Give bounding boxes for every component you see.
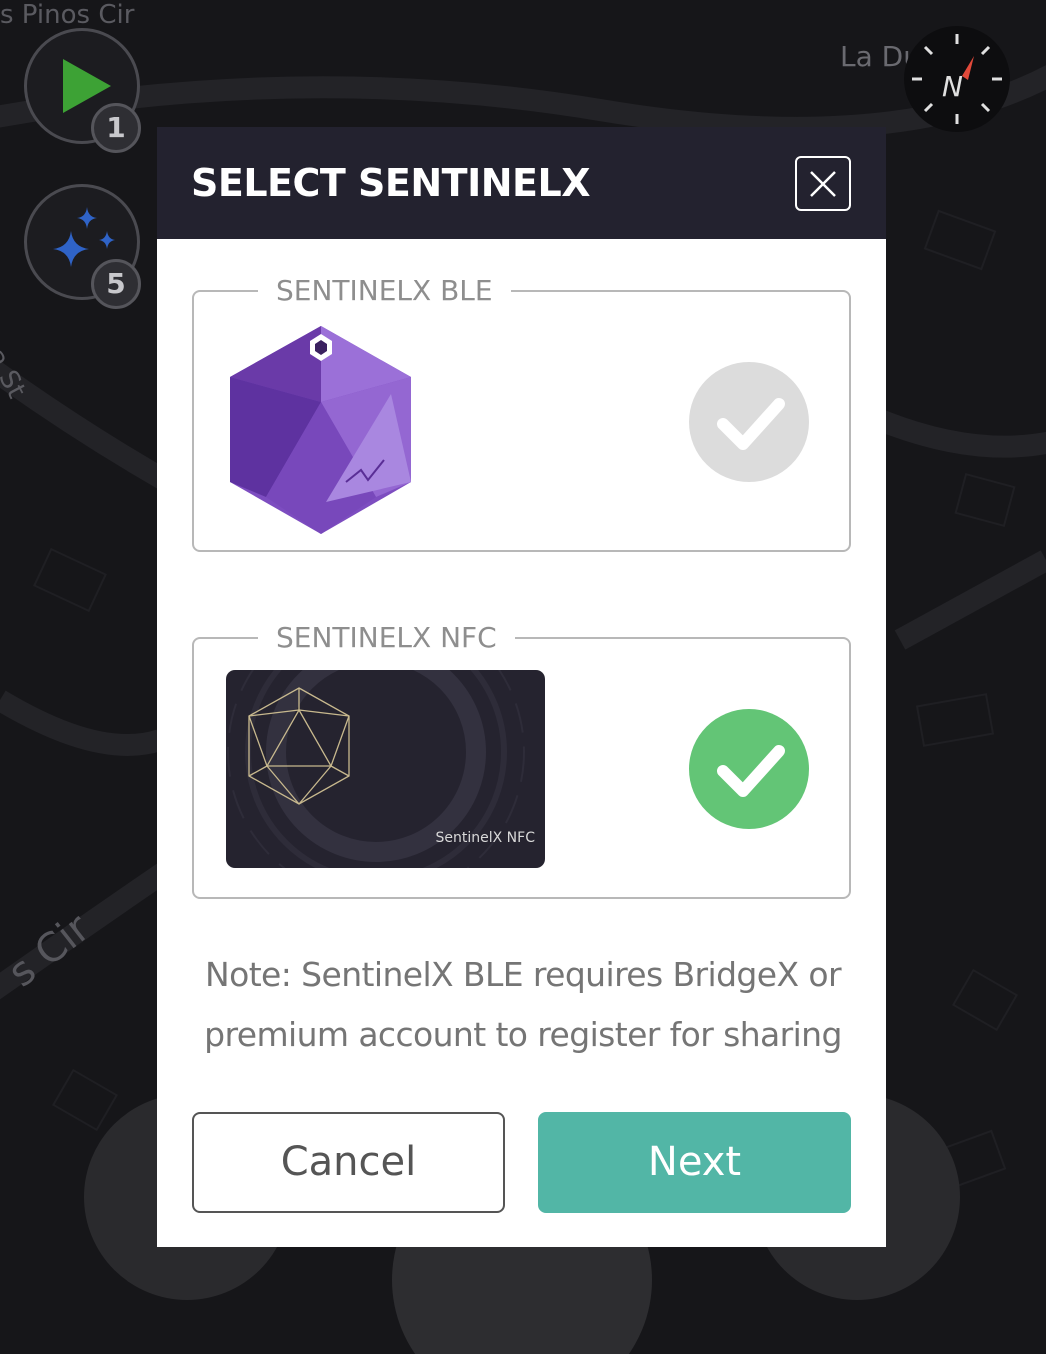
close-icon [810,171,836,197]
sparkles-count-badge: 5 [91,259,141,309]
compass-icon[interactable]: N [904,26,1010,132]
dialog-header: SELECT SENTINELX [157,127,886,239]
option-legend: SENTINELX NFC [258,619,515,657]
option-legend: SENTINELX BLE [258,272,511,310]
dialog-title: SELECT SENTINELX [191,161,591,205]
play-count-badge: 1 [91,103,141,153]
next-button[interactable]: Next [538,1112,851,1213]
option-sentinelx-nfc[interactable]: SENTINELX NFC SentinelX NFC [192,619,851,899]
card-label: SentinelX NFC [435,830,535,846]
note-text: Note: SentinelX BLE requires BridgeX or … [204,955,842,1054]
nfc-card-icon: SentinelX NFC [226,670,545,868]
sparkles-button[interactable]: 5 [24,184,141,309]
purple-icosahedron-tag-icon [230,326,411,534]
option-sentinelx-ble[interactable]: SENTINELX BLE [192,272,851,552]
play-button[interactable]: 1 [24,28,141,153]
select-sentinelx-dialog: SELECT SENTINELX SENTINELX BLE SENTINELX… [157,127,886,1247]
unselected-check-icon [689,362,809,482]
selected-check-icon [689,709,809,829]
street-label: s Pinos Cir [0,0,135,30]
close-button[interactable] [795,156,851,211]
cancel-button[interactable]: Cancel [192,1112,505,1213]
svg-text:N: N [942,70,963,103]
